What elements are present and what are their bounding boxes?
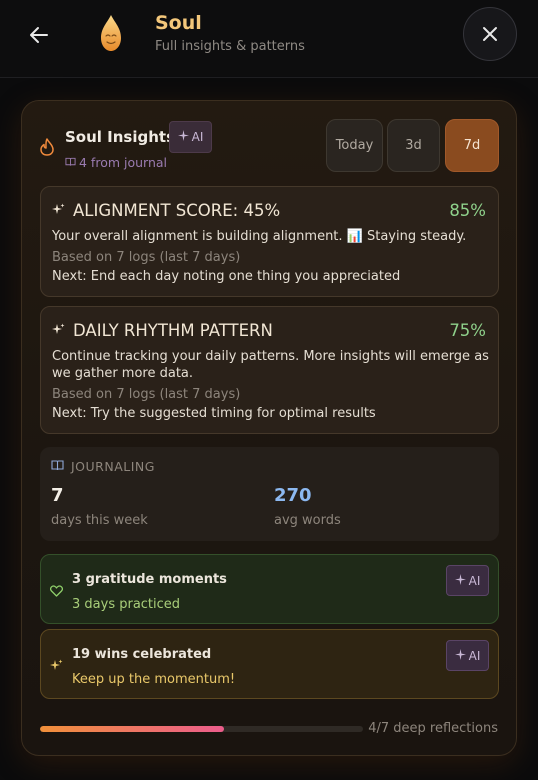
ai-badge[interactable]: AI [446,565,489,596]
arrow-left-icon [30,27,48,43]
journaling-label: JOURNALING [71,459,155,474]
insight-percent: 85% [449,201,486,220]
journal-source-text: 4 from journal [79,155,168,170]
range-3d-button[interactable]: 3d [387,119,440,172]
page-title: Soul [155,12,202,34]
ai-badge-label: AI [468,573,481,588]
journaling-label-row: JOURNALING [51,459,155,474]
wins-card[interactable]: 19 wins celebrated Keep up the momentum!… [40,629,499,699]
sparkle-icon [177,130,189,144]
sparkle-icon [52,321,65,340]
ai-badge-label: AI [191,130,204,144]
days-value: 7 [51,485,64,506]
insight-body: Continue tracking your daily patterns. M… [52,349,489,381]
insight-card-daily-rhythm[interactable]: DAILY RHYTHM PATTERN 75% Continue tracki… [40,306,499,434]
sparkle-icon [52,201,65,220]
ai-badge[interactable]: AI [446,640,489,671]
close-button[interactable] [463,7,517,61]
insight-next-step: Next: Try the suggested timing for optim… [52,406,376,421]
insight-next-step: Next: End each day noting one thing you … [52,269,401,284]
back-button[interactable] [20,16,58,54]
insight-title: DAILY RHYTHM PATTERN [73,321,273,340]
range-7d-button[interactable]: 7d [445,119,499,172]
insight-title-row: ALIGNMENT SCORE: 45% [52,201,280,220]
ai-badge: AI [169,121,212,153]
insight-meta: Based on 7 logs (last 7 days) [52,387,241,402]
days-label: days this week [51,513,148,528]
insight-percent: 75% [449,321,486,340]
close-icon [483,27,497,41]
ai-badge-label: AI [468,648,481,663]
gratitude-title: 3 gratitude moments [72,572,227,587]
reflections-progress-fill [40,726,225,732]
insight-body: Your overall alignment is building align… [52,229,467,244]
book-icon [65,155,76,170]
wins-subtitle: Keep up the momentum! [72,672,236,687]
soul-flame-icon [96,12,126,54]
page-subtitle: Full insights & patterns [155,39,305,54]
insight-title: ALIGNMENT SCORE: 45% [73,201,281,220]
journal-source: 4 from journal [65,155,167,170]
soul-insights-title: Soul Insights [65,128,175,146]
insight-card-alignment[interactable]: ALIGNMENT SCORE: 45% 85% Your overall al… [40,186,499,297]
sparkle-icon [454,573,466,588]
insight-meta: Based on 7 logs (last 7 days) [52,250,241,265]
gratitude-card[interactable]: 3 gratitude moments 3 days practiced AI [40,554,499,624]
reflections-progress-bar [40,726,363,732]
gratitude-subtitle: 3 days practiced [72,597,181,612]
sparkles-icon [50,657,63,676]
top-bar: Soul Full insights & patterns [0,0,538,78]
book-icon [51,459,64,474]
flame-outline-icon [39,138,55,160]
journaling-stats: JOURNALING 7 days this week 270 avg word… [40,447,499,541]
range-today-button[interactable]: Today [326,119,383,172]
soul-insights-card: Soul Insights AI 4 from journal Today 3d… [21,100,517,756]
heart-icon [49,582,64,601]
wins-title: 19 wins celebrated [72,647,212,662]
insight-title-row: DAILY RHYTHM PATTERN [52,321,273,340]
reflections-progress-text: 4/7 deep reflections [368,721,498,736]
avg-words-label: avg words [274,513,341,528]
sparkle-icon [454,648,466,663]
avg-words-value: 270 [274,485,312,506]
